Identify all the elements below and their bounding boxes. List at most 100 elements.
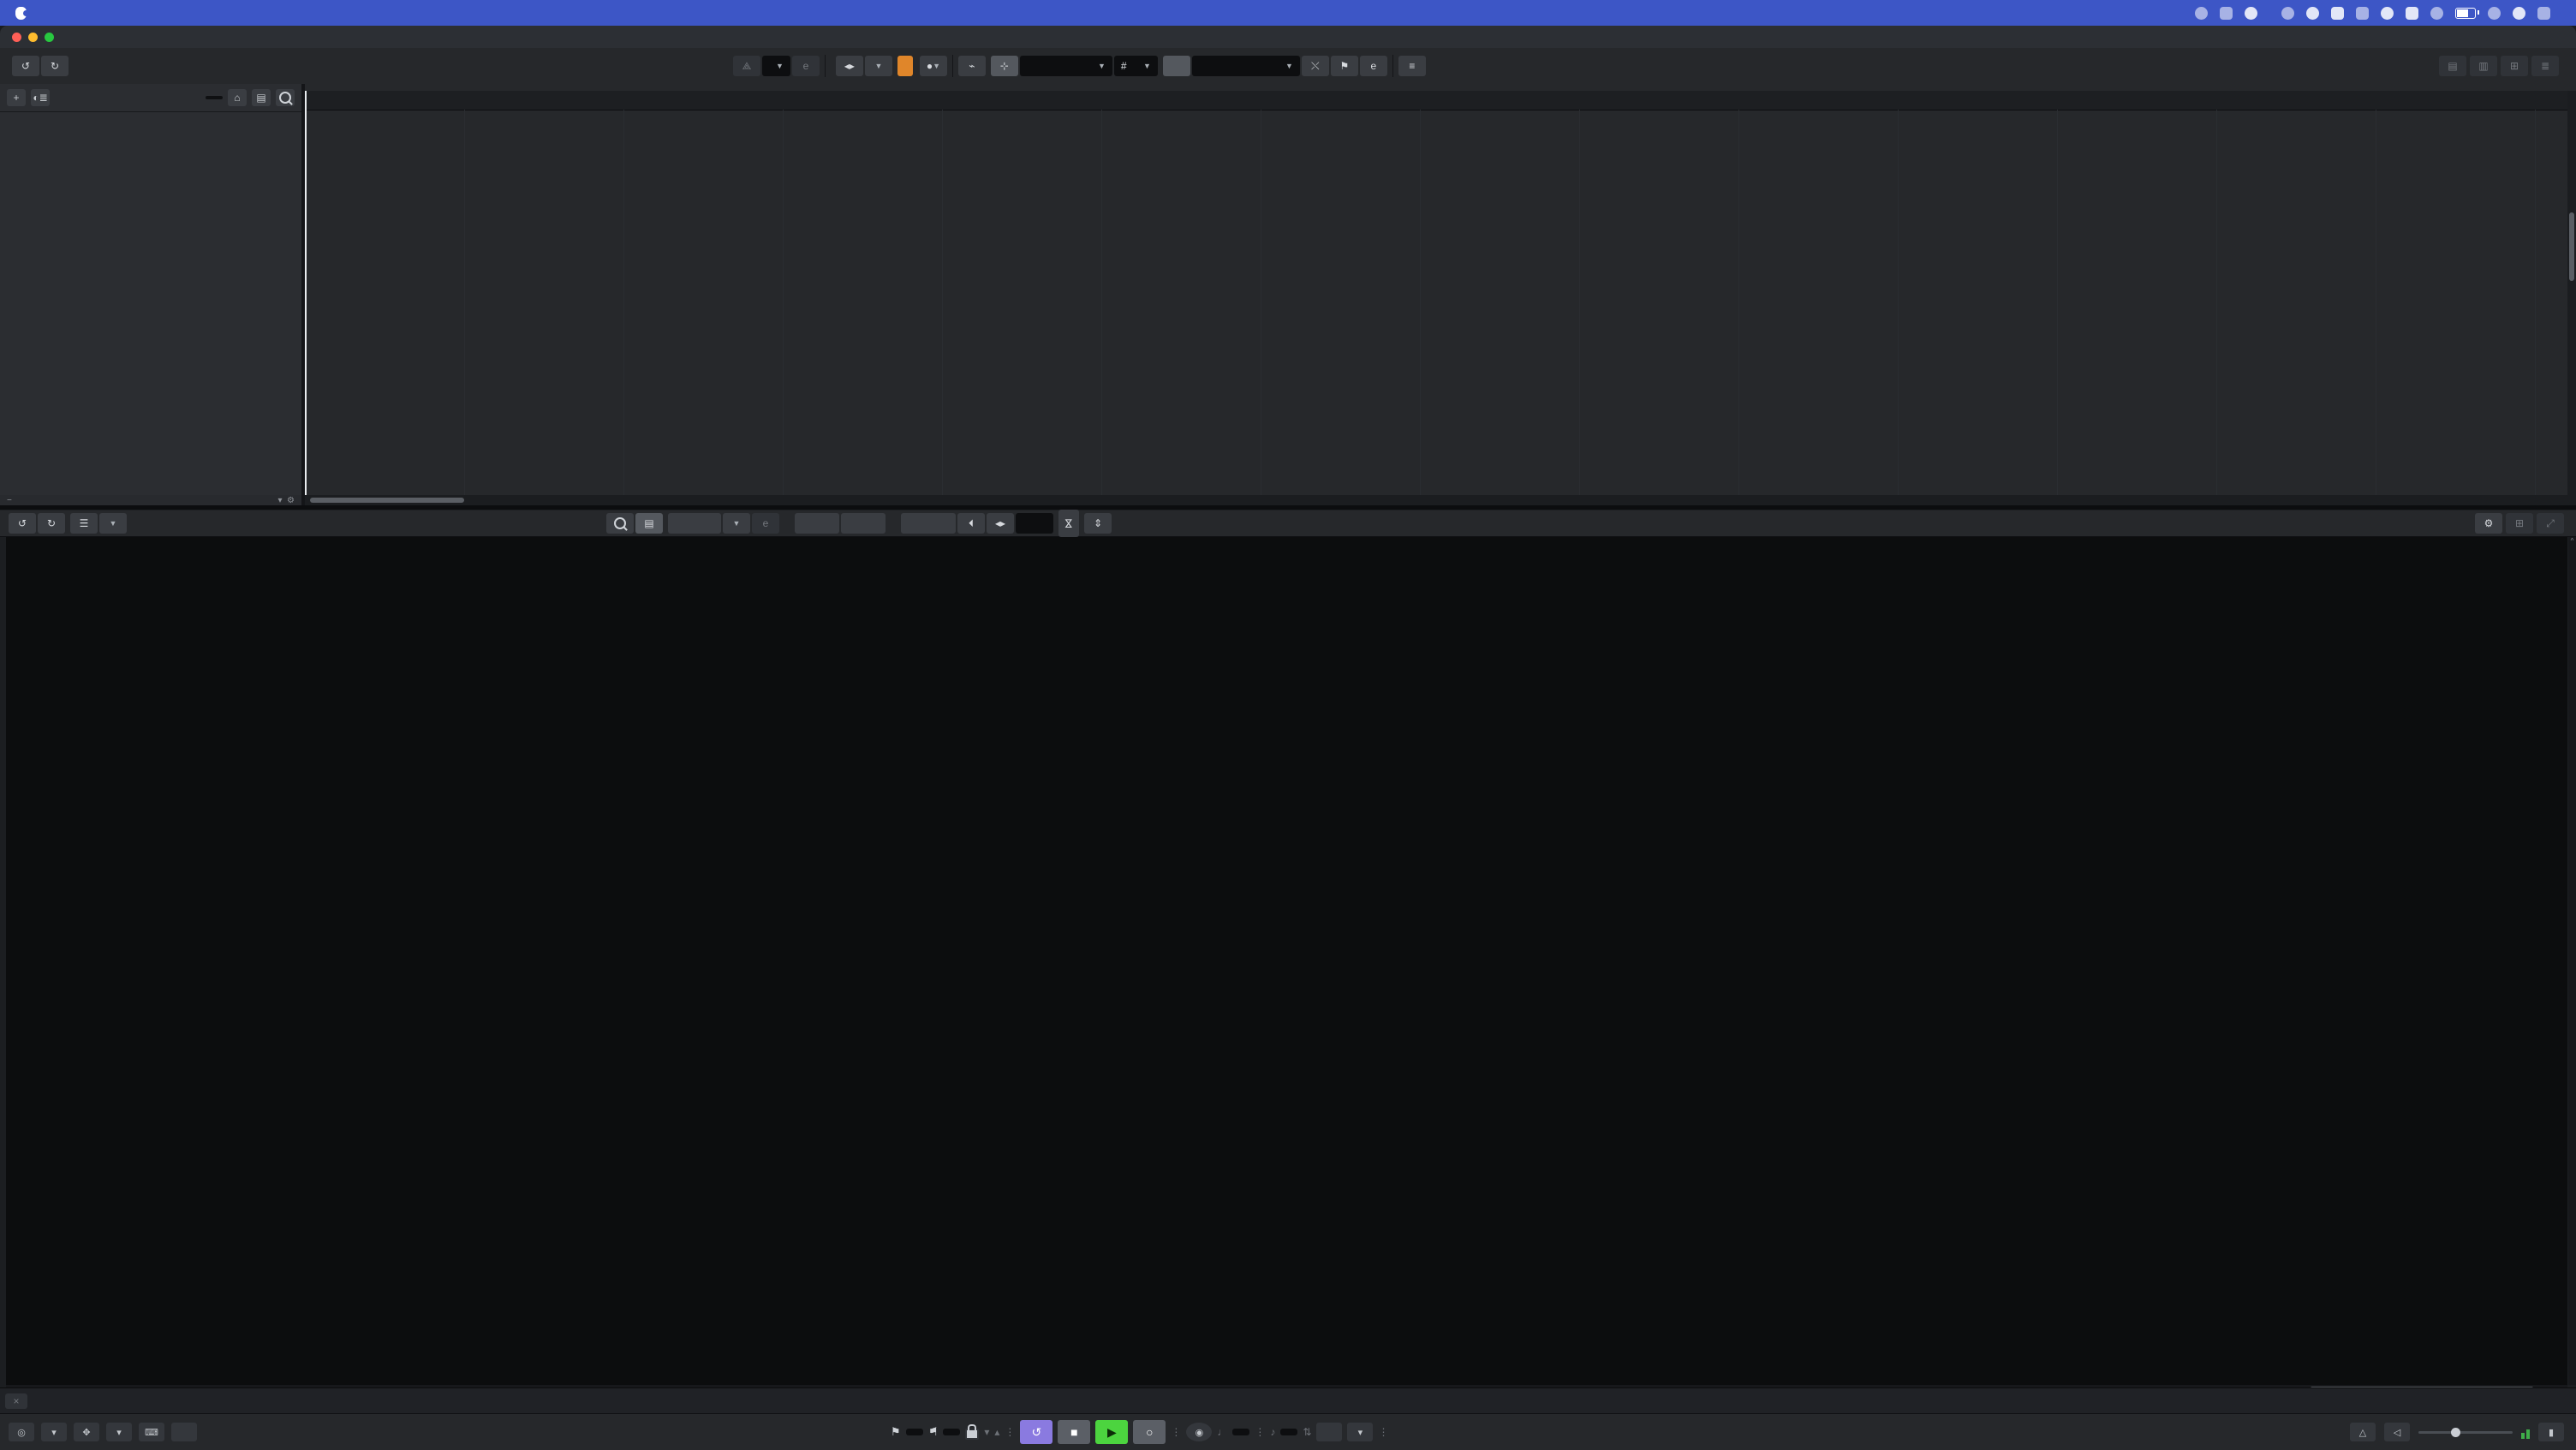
- left-locator-value[interactable]: [906, 1429, 923, 1435]
- track-settings-gear-icon[interactable]: ⚙: [287, 496, 295, 505]
- locators-lock-icon[interactable]: [965, 1429, 979, 1440]
- preroll-icon[interactable]: ◉: [1186, 1423, 1212, 1441]
- track-list-options-icon[interactable]: ▤: [252, 89, 271, 106]
- auto-scroll-button[interactable]: ◂▸: [836, 56, 863, 76]
- workspace-caret[interactable]: ▾: [41, 1423, 67, 1441]
- suspend-link-button[interactable]: [795, 513, 839, 534]
- onedrive-icon[interactable]: [2245, 7, 2257, 20]
- grid-type-select[interactable]: ▼: [1020, 56, 1112, 76]
- mixer-undo-button[interactable]: ↺: [9, 513, 36, 534]
- stop-button[interactable]: ■: [1058, 1420, 1090, 1444]
- mixer-find-icon[interactable]: [606, 513, 634, 534]
- color-menu-button[interactable]: ●▼: [920, 56, 947, 76]
- mixer-window-icon[interactable]: ⊞: [2506, 513, 2533, 534]
- mixer-functions-gear-icon[interactable]: ⚙: [2475, 513, 2502, 534]
- arrange-horizontal-scrollbar[interactable]: [305, 495, 2576, 505]
- battery-icon[interactable]: [2455, 8, 2476, 19]
- redo-button[interactable]: ↻: [41, 56, 69, 76]
- setup-toolbar-icon[interactable]: ≣: [2531, 56, 2559, 76]
- mixer-views-icon[interactable]: ☰: [70, 513, 98, 534]
- close-window-button[interactable]: [12, 33, 21, 42]
- link-options-caret[interactable]: ▼: [723, 513, 750, 534]
- quantize-icon[interactable]: [1163, 56, 1190, 76]
- quantize-panel-icon[interactable]: ⚑: [1331, 56, 1358, 76]
- project-cursor[interactable]: [305, 91, 307, 495]
- play-status-icon[interactable]: [2381, 7, 2394, 20]
- track-scroll-down-icon[interactable]: ▾: [277, 496, 282, 505]
- arrange-vertical-scrollbar[interactable]: [2567, 91, 2576, 495]
- control-center-icon[interactable]: [2537, 7, 2550, 20]
- lower-zone-icon[interactable]: ▥: [2470, 56, 2497, 76]
- mixer-views-caret[interactable]: ▼: [99, 513, 127, 534]
- metronome-click-icon[interactable]: △: [2350, 1423, 2376, 1441]
- mixer-expand-icon[interactable]: ⤢: [2537, 513, 2564, 534]
- apple-menu-icon[interactable]: [15, 7, 27, 20]
- grid-adapt-select[interactable]: # ▼: [1114, 56, 1158, 76]
- tempo-value[interactable]: [1280, 1429, 1297, 1435]
- timeline-ruler[interactable]: [305, 91, 2576, 110]
- user-icon[interactable]: [2430, 7, 2443, 20]
- record-status-icon[interactable]: [2306, 7, 2319, 20]
- spotlight-search-icon[interactable]: [2513, 7, 2525, 20]
- snap-status-icon[interactable]: ✥: [74, 1423, 99, 1441]
- home-icon[interactable]: ⌂: [228, 89, 247, 106]
- iterative-quantize-icon[interactable]: ⤬: [1302, 56, 1329, 76]
- snap-type-icon[interactable]: ⊹: [991, 56, 1018, 76]
- outlook-icon[interactable]: [2331, 7, 2344, 20]
- tempo-mode-caret[interactable]: ▾: [1347, 1423, 1373, 1441]
- wifi-icon[interactable]: [2488, 7, 2501, 20]
- performance-meter-icon[interactable]: ▮: [2538, 1423, 2564, 1441]
- transport-position-value[interactable]: [1232, 1429, 1249, 1435]
- right-zone-icon[interactable]: ▤: [2439, 56, 2466, 76]
- link-button[interactable]: [668, 513, 721, 534]
- add-track-button[interactable]: +: [7, 89, 26, 106]
- play-button[interactable]: ▶: [1095, 1420, 1128, 1444]
- monitor-speaker-icon[interactable]: ◁: [2384, 1423, 2410, 1441]
- window-layout-icon[interactable]: ⊞: [2501, 56, 2528, 76]
- cycle-button[interactable]: ↺: [1020, 1420, 1052, 1444]
- split-tool-state[interactable]: [897, 56, 913, 76]
- shield-icon[interactable]: [2220, 7, 2233, 20]
- fixed-lanes-icon[interactable]: ≡: [1398, 56, 1426, 76]
- auto-scroll-options-button[interactable]: ▼: [865, 56, 892, 76]
- audition-quantize-badge[interactable]: [171, 1423, 197, 1441]
- vpn-shield-icon[interactable]: [2356, 7, 2369, 20]
- snap-toggle-icon[interactable]: ⌁: [958, 56, 986, 76]
- bank-left-icon[interactable]: ⏴: [957, 513, 985, 534]
- automation-edit-icon[interactable]: e: [792, 56, 820, 76]
- minimize-window-button[interactable]: [28, 33, 38, 42]
- bank-size-value[interactable]: [1016, 513, 1053, 534]
- openai-icon[interactable]: [2195, 7, 2208, 20]
- right-locator-value[interactable]: [943, 1429, 960, 1435]
- zoom-out-tracks[interactable]: −: [7, 496, 12, 505]
- punch-out-icon[interactable]: ▴: [994, 1426, 999, 1438]
- automation-mode-select[interactable]: ▼: [762, 56, 790, 76]
- calendar-icon[interactable]: [2406, 7, 2418, 20]
- meter-hold-icon[interactable]: ⋈: [1058, 510, 1079, 537]
- control-room-volume-slider[interactable]: [2418, 1431, 2513, 1434]
- link-edit-icon[interactable]: e: [752, 513, 779, 534]
- mixer-vertical-scrollbar[interactable]: ^: [2568, 537, 2576, 1385]
- close-lower-zone-icon[interactable]: ×: [5, 1393, 27, 1409]
- record-button[interactable]: ○: [1133, 1420, 1166, 1444]
- find-track-icon[interactable]: [276, 89, 295, 106]
- undo-button[interactable]: ↺: [12, 56, 39, 76]
- mixer-channel-list-icon[interactable]: ▤: [635, 513, 663, 534]
- tap-tempo-button[interactable]: [1316, 1423, 1342, 1441]
- snap-status-caret[interactable]: ▾: [106, 1423, 132, 1441]
- mixer-redo-button[interactable]: ↻: [38, 513, 65, 534]
- punch-in-icon[interactable]: ▾: [984, 1426, 989, 1438]
- absolute-link-button[interactable]: [841, 513, 886, 534]
- tempo-spin-icons[interactable]: ⇅: [1303, 1426, 1311, 1438]
- bank-right-icon[interactable]: ◂▸: [987, 513, 1014, 534]
- channel-width-icon[interactable]: ⇕: [1084, 513, 1112, 534]
- qlink-button[interactable]: [901, 513, 956, 534]
- notification-icon[interactable]: [2281, 7, 2294, 20]
- event-display-area[interactable]: [305, 84, 2576, 505]
- zoom-window-button[interactable]: [45, 33, 54, 42]
- quantize-preset-select[interactable]: ▼: [1192, 56, 1300, 76]
- quantize-edit-icon[interactable]: e: [1360, 56, 1387, 76]
- track-visibility-button[interactable]: ◐≣: [31, 89, 50, 106]
- workspace-icon[interactable]: ◎: [9, 1423, 34, 1441]
- automation-icon[interactable]: ⟁: [733, 56, 760, 76]
